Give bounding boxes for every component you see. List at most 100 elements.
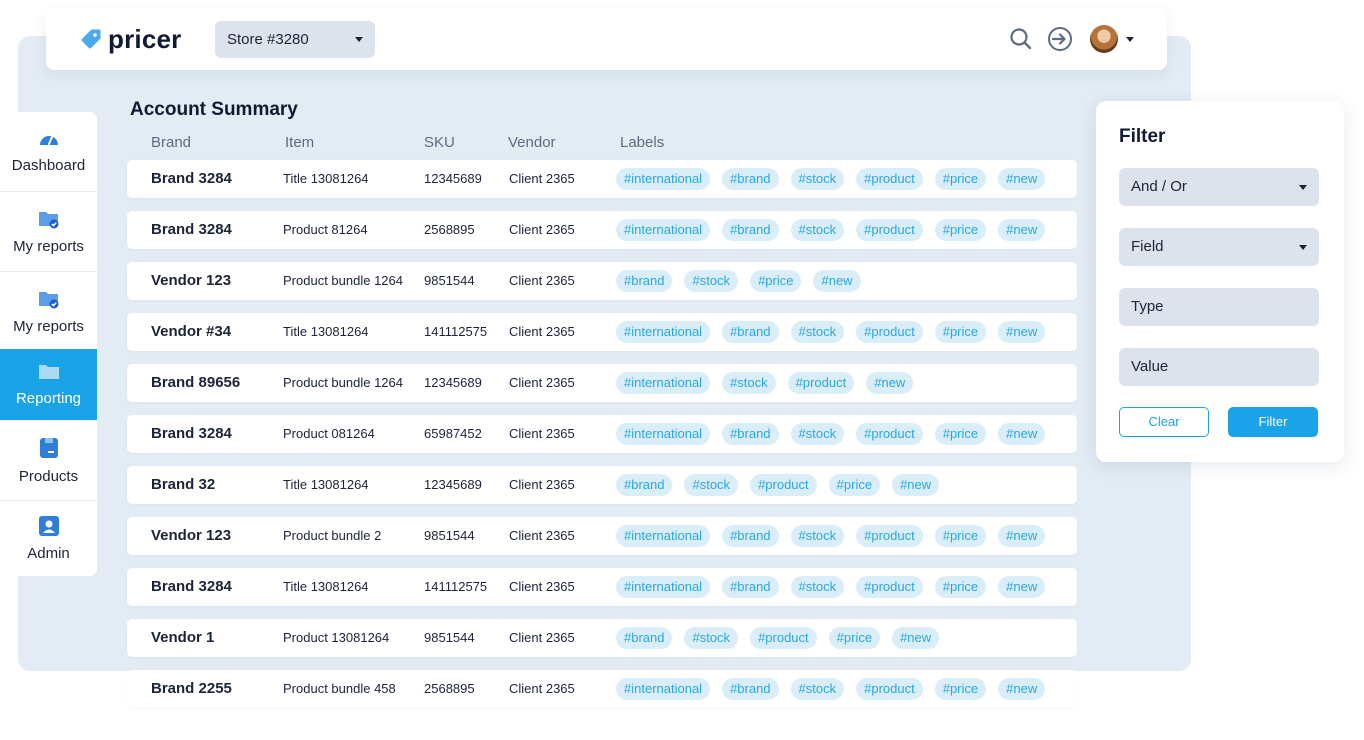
sign-in-icon[interactable] — [1047, 26, 1073, 52]
folder-check-icon — [38, 291, 58, 308]
label-tag[interactable]: #new — [813, 270, 861, 292]
table-row[interactable]: Brand 32 Title 13081264 12345689 Client 236… — [127, 466, 1077, 504]
label-tag[interactable]: #stock — [790, 525, 845, 547]
sidebar-item-my-reports[interactable]: My reports — [0, 192, 97, 272]
label-tag[interactable]: #brand — [616, 270, 673, 292]
logo[interactable]: pricer — [80, 25, 181, 53]
label-tag[interactable]: #new — [998, 678, 1046, 700]
row-vendor: Client 2365 — [509, 324, 575, 339]
label-tag[interactable]: #price — [934, 168, 987, 190]
table-row[interactable]: Vendor 1 Product 13081264 9851544 Client 23… — [127, 619, 1077, 657]
table-row[interactable]: Vendor 123 Product bundle 2 9851544 Client … — [127, 517, 1077, 555]
chevron-down-icon — [355, 37, 363, 42]
label-tag[interactable]: #product — [856, 168, 923, 190]
label-tag[interactable]: #stock — [684, 627, 739, 649]
label-tag[interactable]: #product — [750, 627, 817, 649]
label-tag[interactable]: #international — [616, 321, 711, 343]
label-tag[interactable]: #price — [828, 627, 881, 649]
sidebar-item-products[interactable]: Products — [0, 421, 97, 501]
and-or-select[interactable]: And / Or — [1119, 168, 1319, 206]
column-header-brand[interactable]: Brand — [151, 134, 191, 151]
label-tag[interactable]: #stock — [790, 423, 845, 445]
label-tag[interactable]: #price — [828, 474, 881, 496]
label-tag[interactable]: #brand — [722, 423, 779, 445]
store-select[interactable]: Store #3280 — [215, 21, 375, 58]
label-tag[interactable]: #product — [856, 678, 923, 700]
table-row[interactable]: Brand 3284 Product 81264 2568895 Client 236… — [127, 211, 1077, 249]
label-tag[interactable]: #new — [998, 423, 1046, 445]
table-row[interactable]: Brand 3284 Title 13081264 12345689 Client 2… — [127, 160, 1077, 198]
label-tag[interactable]: #price — [934, 423, 987, 445]
label-tag[interactable]: #stock — [790, 219, 845, 241]
table-row[interactable]: Brand 89656 Product bundle 1264 12345689 Cl… — [127, 364, 1077, 402]
label-tag[interactable]: #price — [934, 678, 987, 700]
label-tag[interactable]: #stock — [722, 372, 776, 394]
label-tag[interactable]: #international — [616, 678, 711, 700]
label-tag[interactable]: #brand — [616, 627, 673, 649]
avatar[interactable] — [1090, 25, 1118, 53]
label-tag[interactable]: #brand — [722, 678, 779, 700]
table-row[interactable]: Brand 3284 Title 13081264 141112575 Client … — [127, 568, 1077, 606]
label-tag[interactable]: #brand — [722, 576, 779, 598]
table-row[interactable]: Brand 3284 Product 081264 65987452 Client 2… — [127, 415, 1077, 453]
label-tag[interactable]: #new — [998, 576, 1046, 598]
table-row[interactable]: Brand 2255 Product bundle 458 2568895 Clien… — [127, 670, 1077, 708]
label-tag[interactable]: #product — [787, 372, 855, 394]
label-tag[interactable]: #stock — [684, 474, 739, 496]
label-tag[interactable]: #new — [892, 474, 940, 496]
label-tag[interactable]: #product — [856, 321, 923, 343]
sidebar-item-dashboard[interactable]: Dashboard — [0, 112, 97, 192]
label-tag[interactable]: #brand — [722, 525, 779, 547]
row-vendor: Client 2365 — [509, 171, 575, 186]
label-tag[interactable]: #international — [616, 525, 711, 547]
label-tag[interactable]: #product — [856, 219, 923, 241]
label-tag[interactable]: #international — [616, 168, 711, 190]
label-tag[interactable]: #stock — [790, 321, 845, 343]
label-tag[interactable]: #new — [998, 219, 1046, 241]
label-tag[interactable]: #product — [750, 474, 817, 496]
filter-button[interactable]: Filter — [1228, 407, 1318, 437]
label-tag[interactable]: #new — [998, 525, 1046, 547]
label-tag[interactable]: #product — [856, 423, 923, 445]
label-tag[interactable]: #new — [998, 321, 1046, 343]
label-tag[interactable]: #stock — [790, 576, 845, 598]
row-sku: 9851544 — [424, 630, 475, 645]
label-tag[interactable]: #price — [750, 270, 802, 292]
column-header-labels[interactable]: Labels — [620, 134, 664, 151]
label-tag[interactable]: #stock — [790, 168, 845, 190]
sidebar-item-admin[interactable]: Admin — [0, 501, 97, 576]
label-tag[interactable]: #new — [998, 168, 1046, 190]
label-tag[interactable]: #price — [934, 219, 987, 241]
label-tag[interactable]: #new — [866, 372, 914, 394]
sidebar-item-my-reports-2[interactable]: My reports — [0, 272, 97, 352]
type-input[interactable]: Type — [1119, 288, 1319, 326]
label-tag[interactable]: #brand — [722, 321, 779, 343]
label-tag[interactable]: #brand — [722, 219, 779, 241]
label-tag[interactable]: #international — [616, 372, 711, 394]
label-tag[interactable]: #brand — [722, 168, 779, 190]
sidebar-item-reporting[interactable]: Reporting — [0, 349, 97, 421]
label-tag[interactable]: #brand — [616, 474, 673, 496]
label-tag[interactable]: #international — [616, 423, 711, 445]
label-tag[interactable]: #product — [856, 525, 923, 547]
value-input[interactable]: Value — [1119, 348, 1319, 386]
label-tag[interactable]: #product — [856, 576, 923, 598]
label-tag[interactable]: #stock — [684, 270, 739, 292]
table-row[interactable]: Vendor #34 Title 13081264 141112575 Client … — [127, 313, 1077, 351]
label-tag[interactable]: #international — [616, 576, 711, 598]
field-select[interactable]: Field — [1119, 228, 1319, 266]
label-tag[interactable]: #price — [934, 576, 987, 598]
search-icon[interactable] — [1008, 26, 1034, 52]
column-header-vendor[interactable]: Vendor — [508, 134, 556, 151]
row-item: Product 81264 — [283, 222, 368, 237]
label-tag[interactable]: #new — [892, 627, 940, 649]
label-tag[interactable]: #price — [934, 525, 987, 547]
column-header-item[interactable]: Item — [285, 134, 314, 151]
chevron-down-icon[interactable] — [1126, 37, 1134, 42]
clear-button[interactable]: Clear — [1119, 407, 1209, 437]
column-header-sku[interactable]: SKU — [424, 134, 455, 151]
table-row[interactable]: Vendor 123 Product bundle 1264 9851544 Clie… — [127, 262, 1077, 300]
label-tag[interactable]: #price — [934, 321, 987, 343]
label-tag[interactable]: #international — [616, 219, 711, 241]
label-tag[interactable]: #stock — [790, 678, 845, 700]
